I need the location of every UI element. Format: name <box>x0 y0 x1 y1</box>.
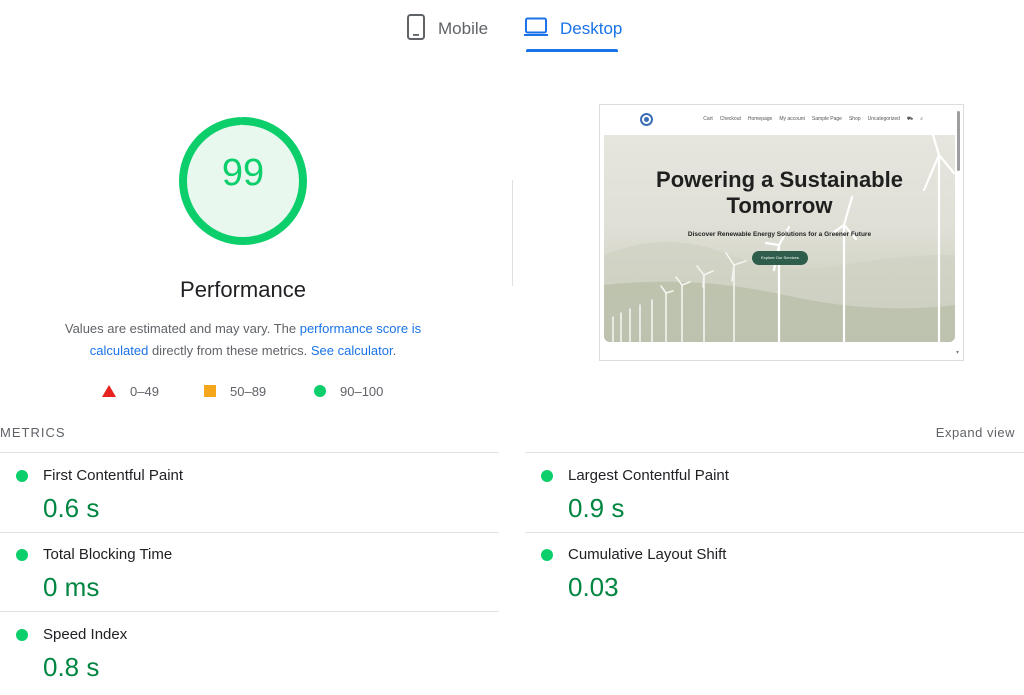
pass-circle-icon <box>16 549 28 561</box>
metric-name: Largest Contentful Paint <box>568 467 729 484</box>
metric-total-blocking-time: Total Blocking Time 0 ms <box>0 533 470 611</box>
legend-pass-label: 90–100 <box>340 383 384 399</box>
description-text-2: directly from these metrics. <box>148 343 311 358</box>
pass-circle-icon <box>16 470 28 482</box>
pass-circle-icon <box>541 549 553 561</box>
metric-value: 0 ms <box>43 572 100 602</box>
legend-pass: 90–100 <box>314 381 383 401</box>
divider <box>525 452 1024 453</box>
page-screenshot-preview[interactable]: Cart Checkout Homepage My account Sample Pag… <box>599 104 964 361</box>
legend-fail-label: 0–49 <box>130 383 159 399</box>
metric-value: 0.03 <box>568 572 619 602</box>
see-calculator-link[interactable]: See calculator <box>311 343 393 358</box>
legend-average: 50–89 <box>204 381 266 401</box>
metric-speed-index: Speed Index 0.8 s <box>0 613 470 691</box>
tab-desktop-label: Desktop <box>560 19 623 38</box>
preview-menu-item: Sample Page <box>811 116 842 122</box>
metric-largest-contentful-paint: Largest Contentful Paint 0.9 s <box>525 454 995 532</box>
cart-icon: ⛟ <box>906 116 914 122</box>
preview-menu-item: Uncategorized <box>867 116 900 122</box>
pass-circle-icon <box>541 470 553 482</box>
active-tab-indicator <box>526 49 618 52</box>
legend-fail: 0–49 <box>102 381 159 401</box>
vertical-divider <box>512 180 513 286</box>
legend-average-label: 50–89 <box>230 383 267 399</box>
preview-menu-item: Homepage <box>747 116 773 122</box>
preview-navbar: Cart Checkout Homepage My account Sample Pag… <box>600 105 963 135</box>
preview-menu: Cart Checkout Homepage My account Sample Pag… <box>703 116 923 123</box>
scroll-down-icon: ▾ <box>955 350 959 356</box>
preview-menu-item: Shop <box>848 116 861 122</box>
device-tabs: Mobile Desktop <box>0 0 1024 60</box>
gauge-title: Performance <box>180 277 306 302</box>
pass-circle-icon <box>16 629 28 641</box>
metric-name: Total Blocking Time <box>43 546 173 563</box>
description-text-1: Values are estimated and may vary. The <box>64 321 300 336</box>
tab-mobile[interactable]: Mobile <box>406 8 488 50</box>
tab-mobile-label: Mobile <box>438 19 489 38</box>
expand-view-button[interactable]: Expand view <box>936 425 1015 440</box>
circle-icon <box>314 385 326 397</box>
preview-subheadline: Discover Renewable Energy Solutions for … <box>687 231 872 238</box>
metric-name: Speed Index <box>43 626 128 643</box>
tab-desktop[interactable]: Desktop <box>524 8 622 50</box>
metric-value: 0.8 s <box>43 652 100 682</box>
preview-menu-item: My account <box>779 116 805 122</box>
site-logo-icon <box>640 113 653 126</box>
metrics-heading: METRICS <box>0 425 66 440</box>
metric-first-contentful-paint: First Contentful Paint 0.6 s <box>0 454 470 532</box>
preview-cta-button: Explore Our Services <box>752 251 808 265</box>
divider <box>0 452 499 453</box>
divider <box>0 611 499 612</box>
performance-score: 99 <box>221 152 265 194</box>
metric-cumulative-layout-shift: Cumulative Layout Shift 0.03 <box>525 533 995 611</box>
preview-hero: Powering a Sustainable Tomorrow Discover… <box>604 135 955 342</box>
preview-scrollbar <box>957 111 960 171</box>
triangle-icon <box>102 385 116 397</box>
metric-value: 0.6 s <box>43 493 100 523</box>
preview-headline: Powering a Sustainable Tomorrow <box>656 167 903 218</box>
preview-menu-item: Cart <box>703 116 713 122</box>
description-text-3: . <box>392 343 397 358</box>
metric-name: First Contentful Paint <box>43 467 184 484</box>
square-icon <box>204 385 216 397</box>
metric-name: Cumulative Layout Shift <box>568 546 727 563</box>
preview-menu-item: Checkout <box>719 116 741 122</box>
search-icon: ⌕ <box>920 116 923 122</box>
score-description: Values are estimated and may vary. The p… <box>40 318 446 362</box>
laptop-icon <box>524 17 548 42</box>
smartphone-icon <box>406 13 426 45</box>
metric-value: 0.9 s <box>568 493 625 523</box>
